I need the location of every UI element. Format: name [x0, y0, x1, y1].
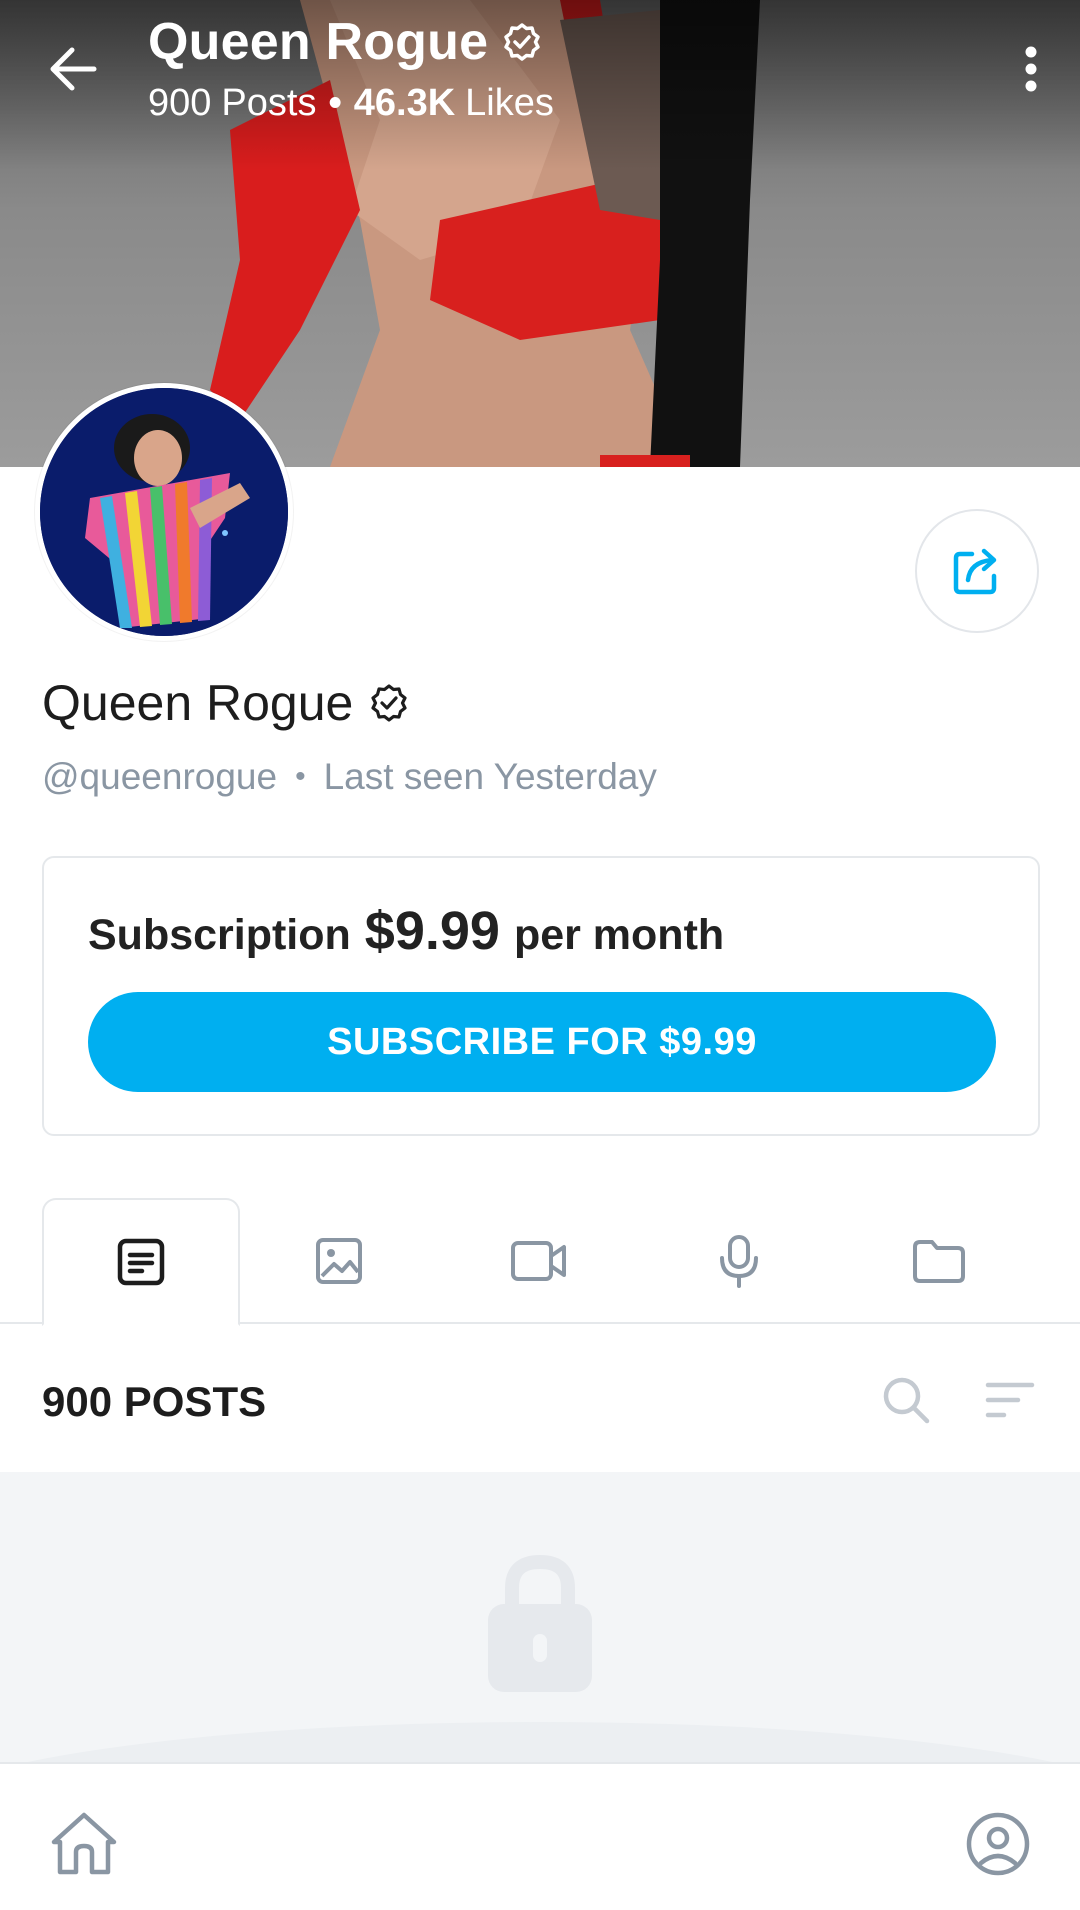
share-icon [953, 548, 997, 595]
locked-post-preview[interactable] [0, 1472, 1080, 1762]
back-button[interactable] [40, 36, 106, 102]
tab-posts[interactable] [42, 1198, 240, 1326]
arrow-left-icon [50, 47, 97, 91]
tab-audio[interactable] [640, 1198, 838, 1324]
locked-wave [0, 1722, 1080, 1762]
video-icon [511, 1241, 566, 1281]
more-vertical-icon [1025, 46, 1037, 92]
posts-count-title: 900 POSTS [42, 1378, 267, 1425]
meta-separator: • [295, 760, 306, 793]
image-icon [316, 1238, 362, 1284]
posts-sort-button[interactable] [980, 1370, 1040, 1430]
header-likes-word: Likes [465, 82, 554, 124]
subscribe-button[interactable]: SUBSCRIBE FOR $9.99 [88, 992, 996, 1092]
posts-header: 900 POSTS [0, 1326, 1080, 1472]
verified-badge-icon [504, 23, 540, 61]
tab-photos[interactable] [240, 1198, 438, 1324]
subscription-period: per month [513, 911, 725, 959]
avatar[interactable] [35, 383, 293, 641]
tab-videos[interactable] [440, 1198, 638, 1324]
subscription-card: Subscription $9.99 per month SUBSCRIBE F… [42, 856, 1040, 1136]
header-text: Queen Rogue 900 Posts • 46.3K Likes [148, 12, 554, 125]
user-circle-icon [966, 1812, 1030, 1876]
search-icon [883, 1377, 930, 1424]
more-options-button[interactable] [1006, 36, 1056, 102]
home-icon [51, 1812, 117, 1875]
profile-handle[interactable]: @queenrogue [42, 756, 277, 798]
lock-icon [488, 1554, 592, 1692]
top-bar: Queen Rogue 900 Posts • 46.3K Likes [0, 0, 1080, 150]
subscription-line: Subscription $9.99 per month [88, 900, 724, 962]
posts-search-button[interactable] [876, 1370, 936, 1430]
folder-icon [913, 1240, 965, 1283]
profile-name: Queen Rogue [42, 675, 354, 731]
profile-meta: @queenrogue • Last seen Yesterday [42, 756, 657, 798]
header-stats: 900 Posts • 46.3K Likes [148, 82, 554, 125]
nav-home-button[interactable] [44, 1804, 124, 1884]
header-separator: • [328, 82, 342, 124]
verified-badge-icon [371, 684, 407, 722]
profile-screen: Queen Rogue 900 Posts • 46.3K Likes Quee… [0, 0, 1080, 1910]
bottom-nav [0, 1762, 1080, 1910]
microphone-icon [720, 1235, 758, 1288]
header-name: Queen Rogue [148, 13, 489, 71]
subscription-price: $9.99 [364, 901, 500, 961]
share-button[interactable] [915, 509, 1039, 633]
avatar-photo [40, 388, 288, 636]
subscription-label: Subscription [88, 911, 351, 959]
nav-profile-button[interactable] [958, 1804, 1038, 1884]
last-seen: Last seen Yesterday [323, 756, 657, 797]
header-posts-count: 900 [148, 82, 212, 124]
profile-name-row: Queen Rogue [42, 674, 409, 732]
content-tabs [0, 1198, 1080, 1326]
header-likes-count: 46.3K [353, 82, 456, 124]
post-icon [117, 1238, 165, 1286]
sort-icon [985, 1382, 1035, 1418]
tab-collections[interactable] [840, 1198, 1038, 1324]
header-posts-word: Posts [221, 82, 317, 124]
